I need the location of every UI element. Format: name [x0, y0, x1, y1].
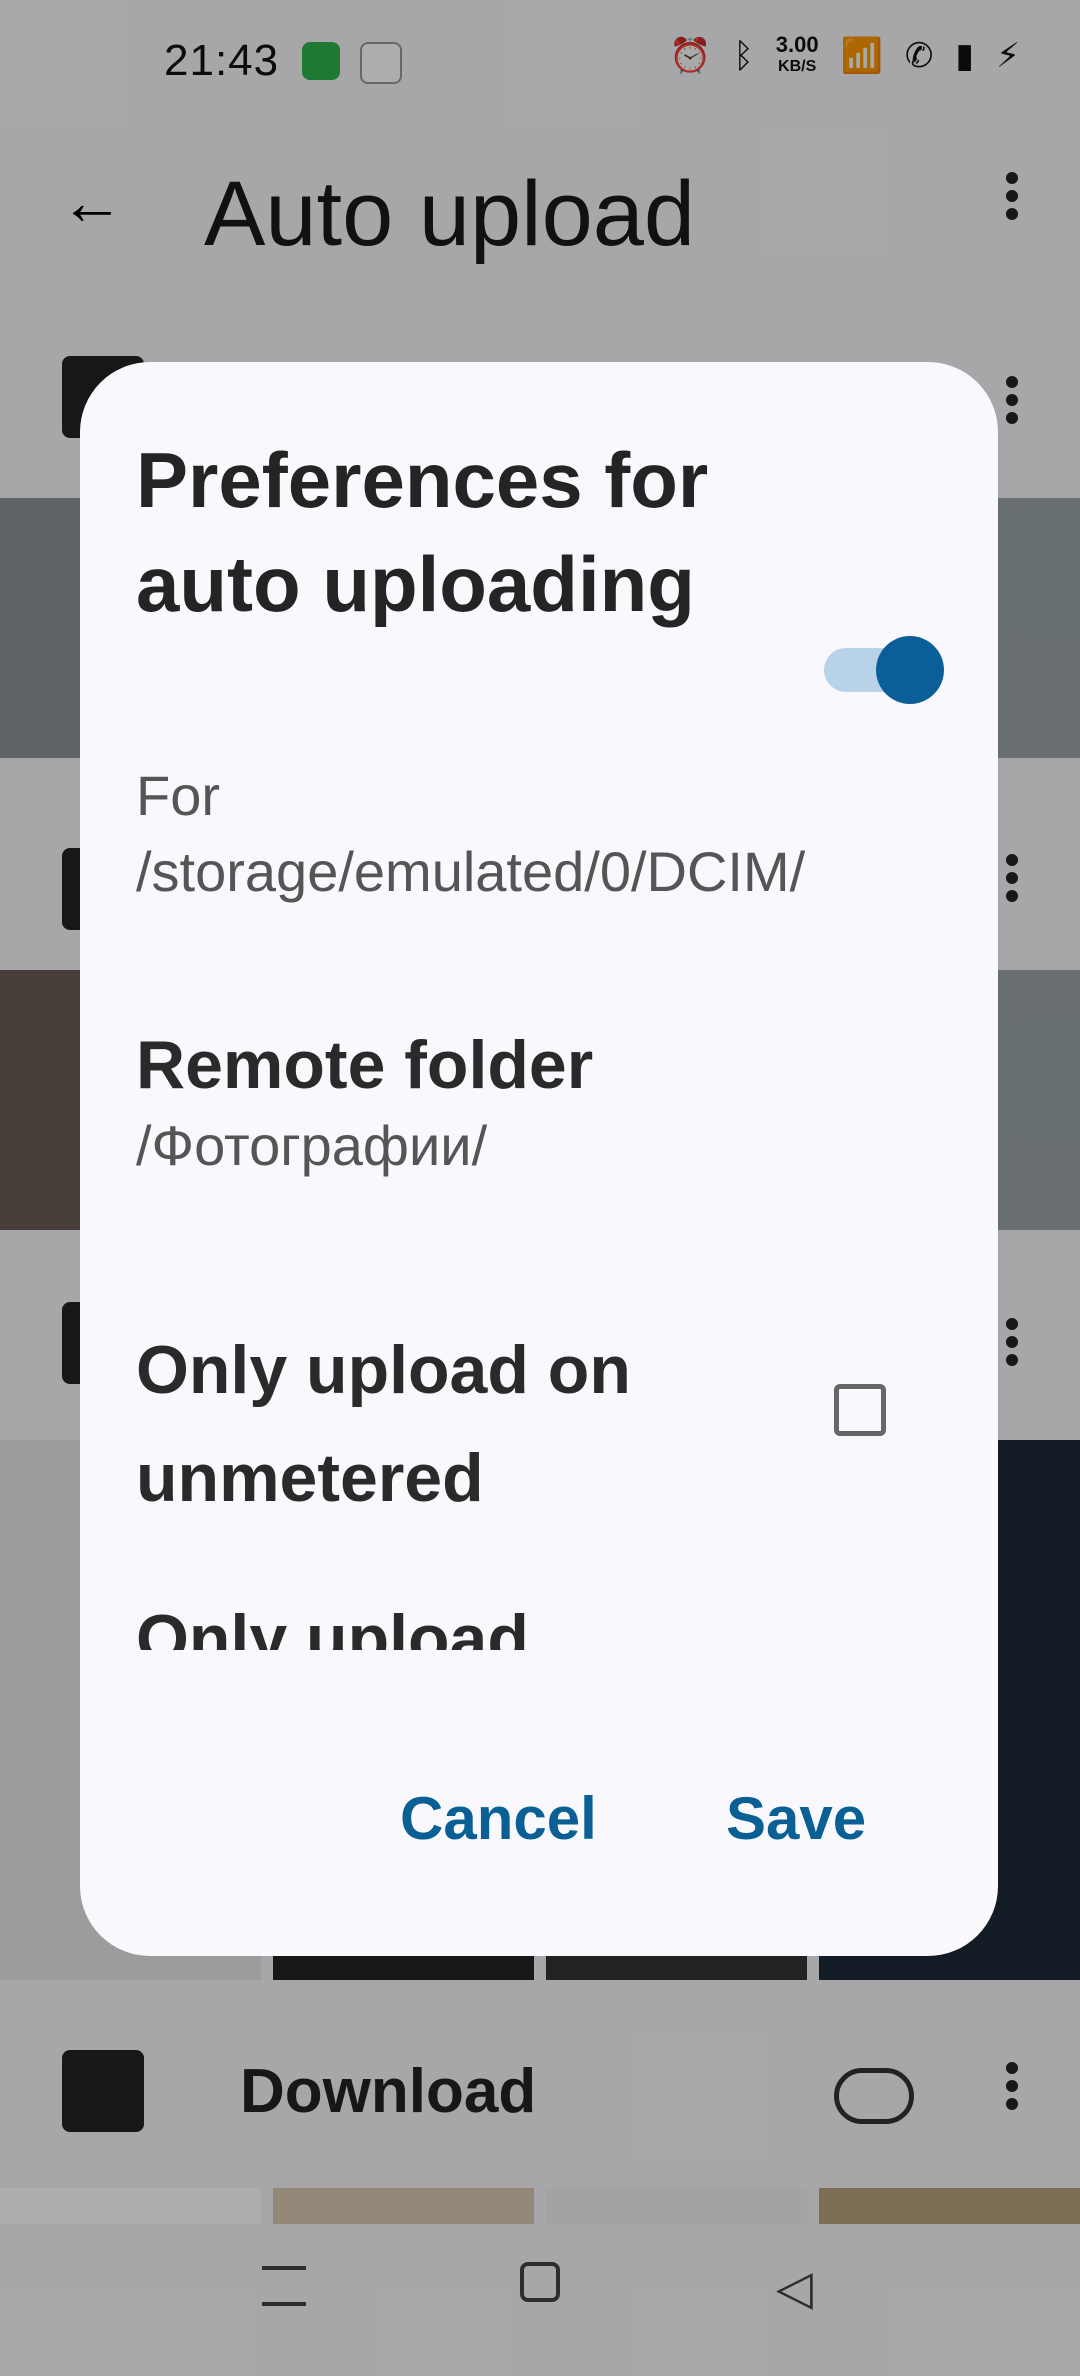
- dialog-subtitle: For /storage/emulated/0/DCIM/: [136, 764, 806, 903]
- remote-folder-value[interactable]: /Фотографии/: [136, 1108, 487, 1184]
- unmetered-label[interactable]: Only upload on unmetered: [136, 1316, 696, 1532]
- unmetered-checkbox[interactable]: [834, 1384, 886, 1436]
- next-option-label[interactable]: Only upload: [136, 1594, 529, 1650]
- dialog-title: Preferences for auto uploading: [136, 436, 709, 628]
- auto-upload-preferences-dialog: Preferences for auto uploading For /stor…: [80, 362, 998, 1956]
- remote-folder-label[interactable]: Remote folder: [136, 1020, 593, 1110]
- auto-upload-toggle[interactable]: [824, 630, 944, 704]
- cancel-button[interactable]: Cancel: [400, 1784, 597, 1853]
- save-button[interactable]: Save: [726, 1784, 866, 1853]
- toggle-knob: [876, 636, 944, 704]
